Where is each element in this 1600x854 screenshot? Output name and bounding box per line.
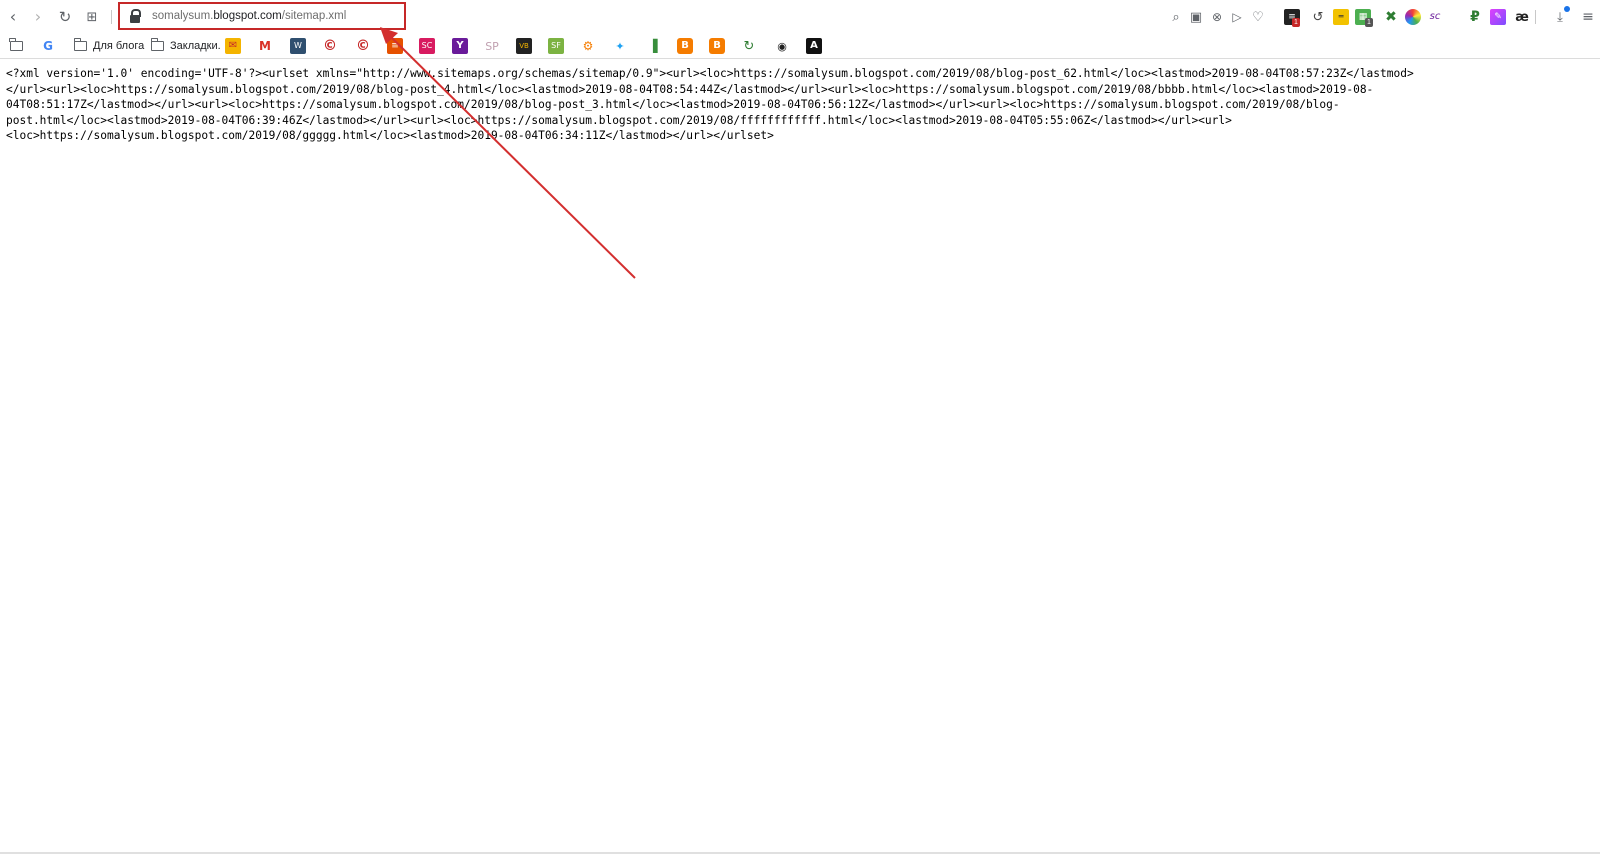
annotation-arrow (380, 27, 636, 279)
